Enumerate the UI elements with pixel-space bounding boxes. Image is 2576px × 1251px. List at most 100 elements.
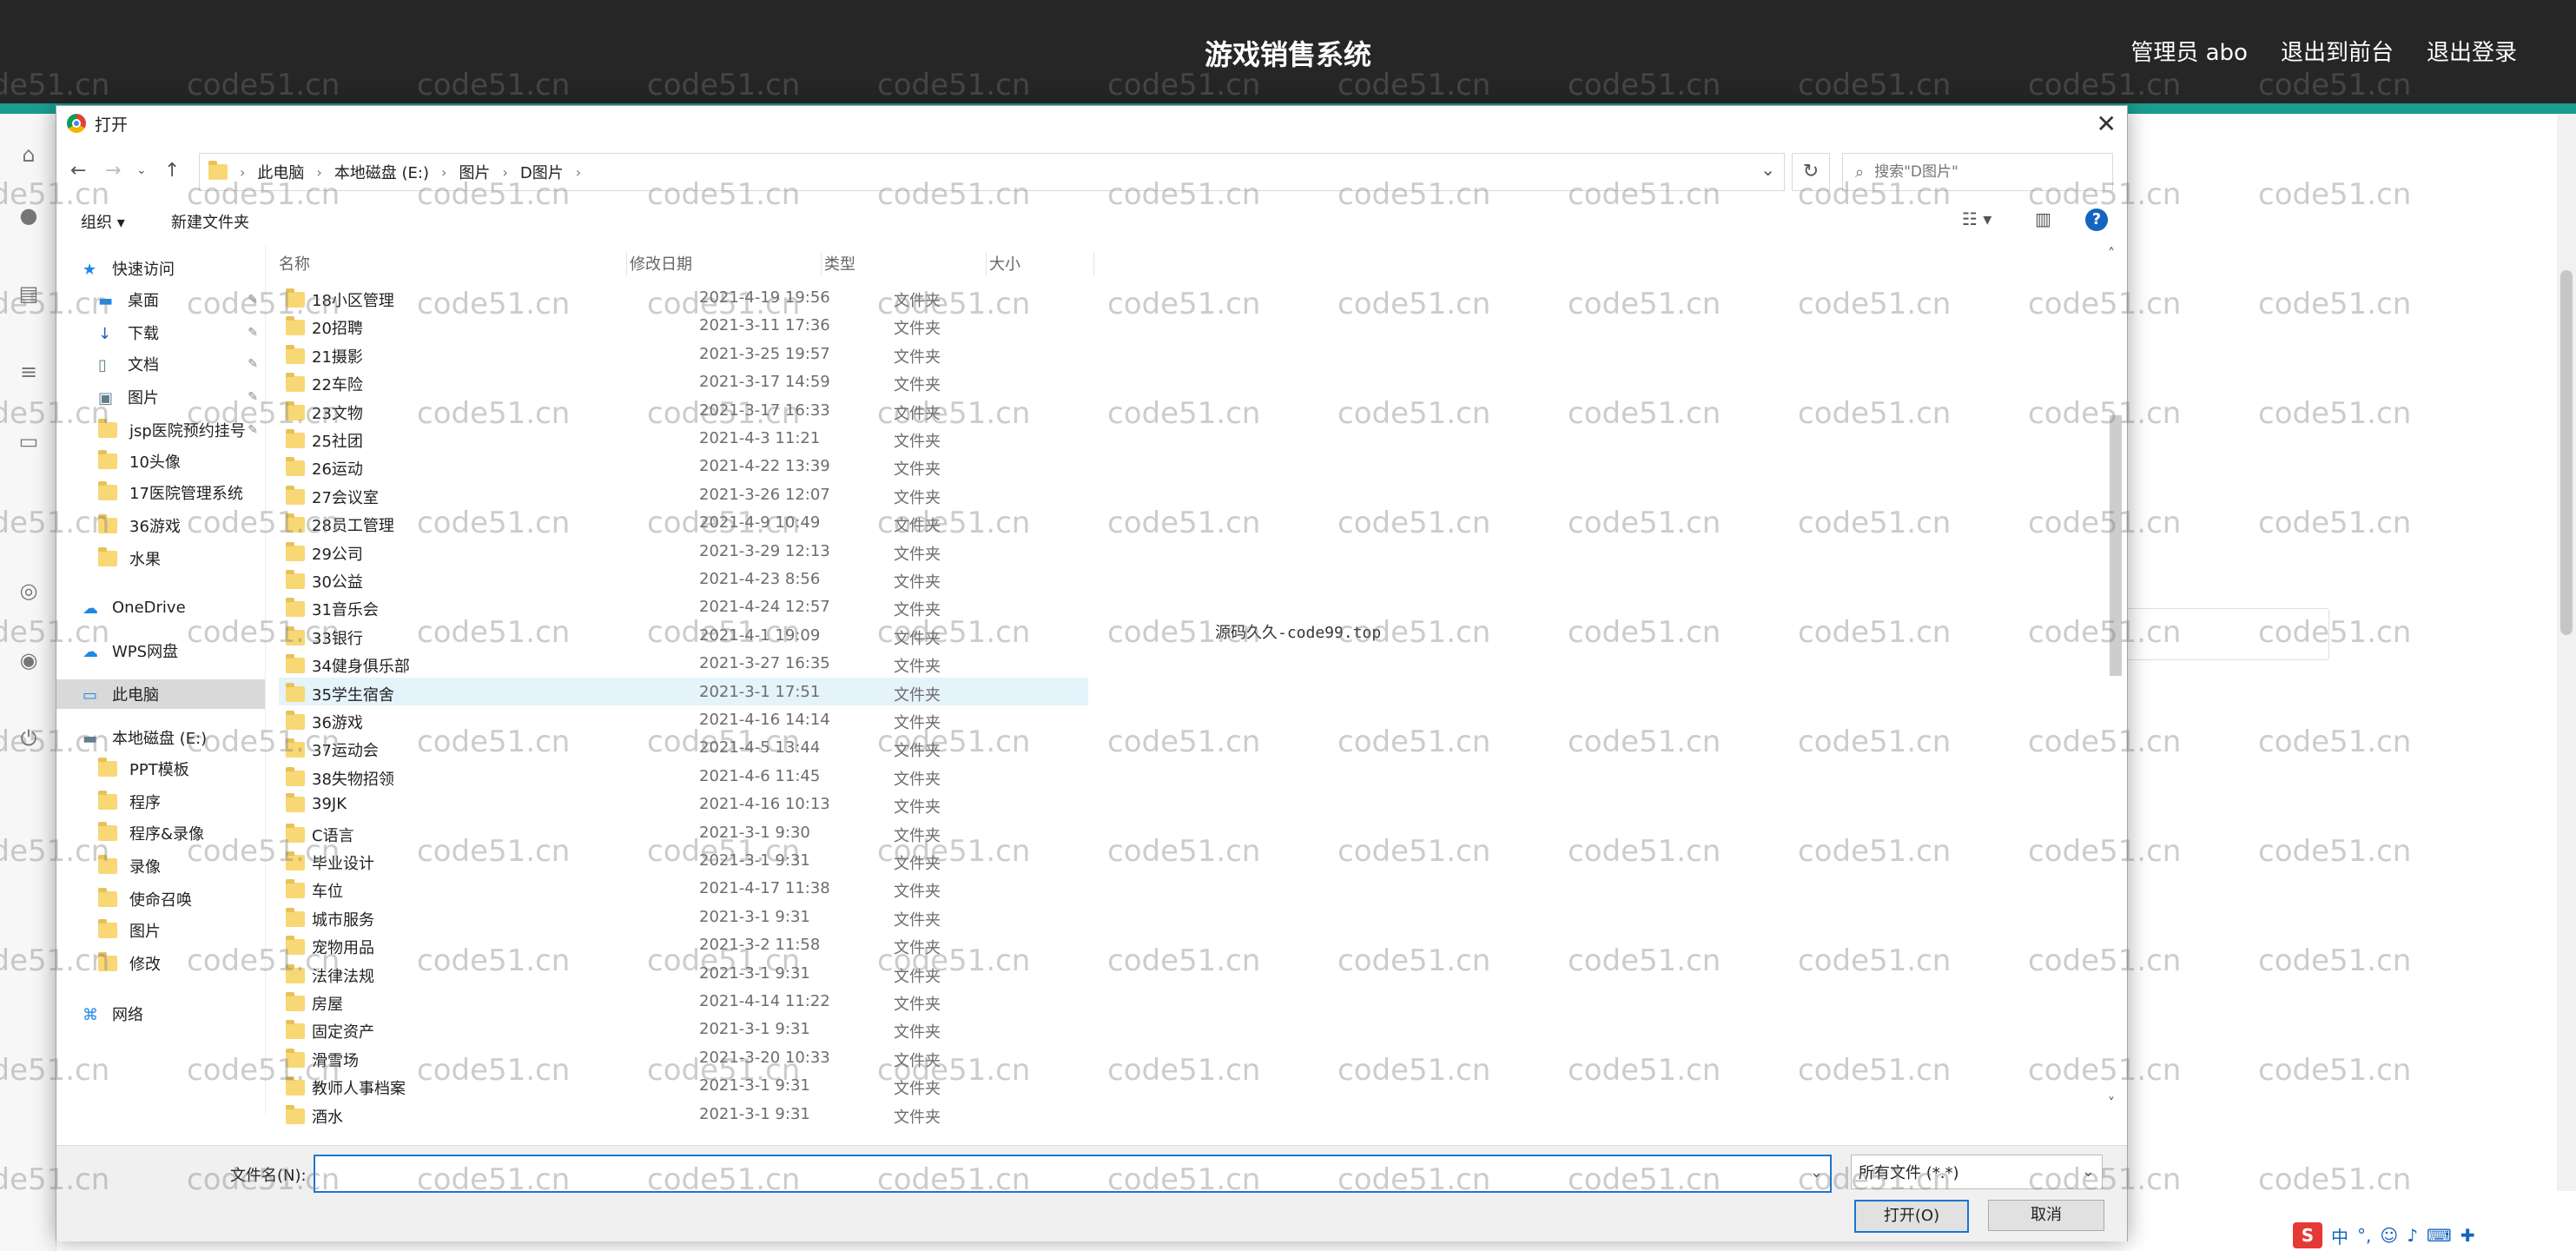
back-to-frontend-link[interactable]: 退出到前台: [2281, 35, 2394, 67]
column-size[interactable]: 大小: [989, 252, 1094, 276]
column-type[interactable]: 类型: [824, 252, 987, 276]
search-input[interactable]: [1873, 162, 2085, 182]
file-row[interactable]: C语言 2021-3-1 9:30 文件夹: [279, 818, 2103, 846]
file-row[interactable]: 教师人事档案 2021-3-1 9:31 文件夹: [279, 1071, 2103, 1099]
nav-item[interactable]: 程序&录像: [56, 818, 265, 848]
close-icon[interactable]: ✕: [2097, 109, 2117, 138]
briefcase-icon[interactable]: ▤: [17, 282, 40, 305]
cancel-button[interactable]: 取消: [1988, 1200, 2104, 1231]
nav-item[interactable]: ↓ 下载 ✎: [56, 318, 265, 348]
compass-icon[interactable]: ◉: [17, 649, 40, 672]
file-row[interactable]: 37运动会 2021-4-5 13:44 文件夹: [279, 733, 2103, 761]
view-options-icon[interactable]: ☷ ▾: [1962, 208, 1991, 229]
file-row[interactable]: 35学生宿舍 2021-3-1 17:51 文件夹: [279, 677, 2103, 705]
nav-item[interactable]: 36游戏: [56, 511, 265, 540]
file-row[interactable]: 法律法规 2021-3-1 9:31 文件夹: [279, 959, 2103, 987]
nav-item[interactable]: ☁ WPS网盘: [56, 636, 265, 665]
file-row[interactable]: 23文物 2021-3-17 16:33 文件夹: [279, 396, 2103, 424]
nav-item[interactable]: 修改: [56, 949, 265, 978]
search-box[interactable]: ⌕: [1842, 153, 2113, 191]
chevron-right-icon[interactable]: ›: [240, 164, 245, 181]
ime-chinese-mode[interactable]: 中: [2331, 1223, 2348, 1248]
file-row[interactable]: 30公益 2021-4-23 8:56 文件夹: [279, 565, 2103, 592]
column-name[interactable]: 名称: [279, 252, 627, 276]
chevron-down-icon[interactable]: ⌄: [1810, 1163, 1823, 1182]
open-button[interactable]: 打开(O): [1854, 1200, 1969, 1233]
breadcrumb-this-pc[interactable]: 此电脑: [257, 161, 304, 183]
nav-item[interactable]: ▬ 本地磁盘 (E:): [56, 723, 265, 752]
chevron-down-icon[interactable]: ⌄: [1760, 159, 1775, 180]
admin-user-link[interactable]: 管理员 abo: [2130, 35, 2248, 67]
nav-item[interactable]: 10头像: [56, 447, 265, 476]
chevron-right-icon[interactable]: ›: [441, 164, 446, 181]
file-row[interactable]: 酒水 2021-3-1 9:31 文件夹: [279, 1100, 2103, 1128]
file-row[interactable]: 33银行 2021-4-1 19:09 文件夹: [279, 621, 2103, 649]
logout-link[interactable]: 退出登录: [2427, 35, 2517, 67]
file-list-scrollbar[interactable]: ˄ ˅: [2106, 245, 2125, 1114]
chevron-down-icon[interactable]: ⌄: [2082, 1162, 2095, 1181]
chevron-right-icon[interactable]: ›: [502, 164, 507, 181]
file-row[interactable]: 固定资产 2021-3-1 9:31 文件夹: [279, 1015, 2103, 1042]
home-icon[interactable]: ⌂: [17, 143, 40, 166]
nav-item[interactable]: 水果: [56, 544, 265, 573]
nav-item[interactable]: PPT模板: [56, 754, 265, 784]
nav-item[interactable]: 图片: [56, 916, 265, 945]
nav-item[interactable]: 使命召唤: [56, 884, 265, 914]
scroll-up-icon[interactable]: ˄: [2108, 245, 2115, 261]
recent-dropdown-icon[interactable]: ⌄: [136, 163, 147, 177]
settings-icon[interactable]: ◎: [17, 579, 40, 602]
scroll-down-icon[interactable]: ˅: [2108, 1095, 2115, 1111]
nav-item[interactable]: ▬ 桌面 ✎: [56, 285, 265, 314]
nav-item[interactable]: ☁ OneDrive: [56, 592, 265, 622]
help-icon[interactable]: ?: [2085, 208, 2108, 231]
file-row[interactable]: 38失物招领 2021-4-6 11:45 文件夹: [279, 762, 2103, 790]
refresh-icon[interactable]: ↻: [1792, 153, 1830, 191]
tools-icon[interactable]: ✚: [2460, 1225, 2475, 1246]
file-row[interactable]: 22车险 2021-3-17 14:59 文件夹: [279, 367, 2103, 395]
file-type-select[interactable]: 所有文件 (*.*) ⌄: [1851, 1155, 2103, 1189]
page-scrollbar[interactable]: [2557, 114, 2576, 1191]
microphone-icon[interactable]: ♪: [2407, 1225, 2418, 1246]
file-row[interactable]: 26运动 2021-4-22 13:39 文件夹: [279, 452, 2103, 480]
forward-arrow-icon[interactable]: →: [105, 160, 121, 182]
file-row[interactable]: 18小区管理 2021-4-19 19:56 文件夹: [279, 283, 2103, 311]
menu-icon[interactable]: ≡: [17, 361, 40, 383]
file-row[interactable]: 27会议室 2021-3-26 12:07 文件夹: [279, 480, 2103, 508]
nav-item[interactable]: ▭ 此电脑: [56, 679, 265, 709]
file-row[interactable]: 36游戏 2021-4-16 14:14 文件夹: [279, 705, 2103, 733]
file-row[interactable]: 毕业设计 2021-3-1 9:31 文件夹: [279, 846, 2103, 874]
file-row[interactable]: 滑雪场 2021-3-20 10:33 文件夹: [279, 1043, 2103, 1071]
file-row[interactable]: 宠物用品 2021-3-2 11:58 文件夹: [279, 930, 2103, 958]
emoji-icon[interactable]: ☺: [2380, 1225, 2398, 1246]
nav-item[interactable]: 17医院管理系统: [56, 478, 265, 507]
file-row[interactable]: 21摄影 2021-3-25 19:57 文件夹: [279, 340, 2103, 367]
file-row[interactable]: 车位 2021-4-17 11:38 文件夹: [279, 874, 2103, 902]
nav-item[interactable]: jsp医院预约挂号 ✎: [56, 415, 265, 445]
background-input[interactable]: [2119, 608, 2329, 660]
file-row[interactable]: 房屋 2021-4-14 11:22 文件夹: [279, 987, 2103, 1015]
organize-menu[interactable]: 组织 ▾: [81, 210, 125, 233]
file-row[interactable]: 31音乐会 2021-4-24 12:57 文件夹: [279, 592, 2103, 620]
scroll-thumb[interactable]: [2110, 415, 2122, 676]
up-arrow-icon[interactable]: ↑: [164, 160, 180, 182]
new-folder-button[interactable]: 新建文件夹: [171, 210, 249, 233]
file-row[interactable]: 29公司 2021-3-29 12:13 文件夹: [279, 537, 2103, 565]
nav-item[interactable]: 录像: [56, 851, 265, 881]
nav-item[interactable]: ⌘ 网络: [56, 999, 265, 1029]
file-row[interactable]: 34健身俱乐部 2021-3-27 16:35 文件夹: [279, 649, 2103, 677]
file-row[interactable]: 28员工管理 2021-4-9 10:49 文件夹: [279, 508, 2103, 536]
punctuation-icon[interactable]: °,: [2357, 1225, 2371, 1246]
nav-item[interactable]: ▣ 图片 ✎: [56, 382, 265, 412]
keyboard-icon[interactable]: ⌨: [2427, 1225, 2452, 1246]
chevron-right-icon[interactable]: ›: [576, 164, 581, 181]
nav-item[interactable]: ▯ 文档 ✎: [56, 349, 265, 379]
sogou-icon[interactable]: S: [2293, 1222, 2322, 1248]
breadcrumb-local-disk[interactable]: 本地磁盘 (E:): [334, 161, 429, 183]
chevron-right-icon[interactable]: ›: [316, 164, 321, 181]
breadcrumb-pictures[interactable]: 图片: [459, 161, 490, 183]
filename-input[interactable]: ⌄: [314, 1155, 1832, 1193]
column-date[interactable]: 修改日期: [630, 252, 822, 276]
nav-item[interactable]: ★ 快速访问: [56, 254, 265, 283]
power-icon[interactable]: ⏻: [17, 727, 40, 750]
preview-pane-icon[interactable]: ▥: [2035, 208, 2051, 229]
